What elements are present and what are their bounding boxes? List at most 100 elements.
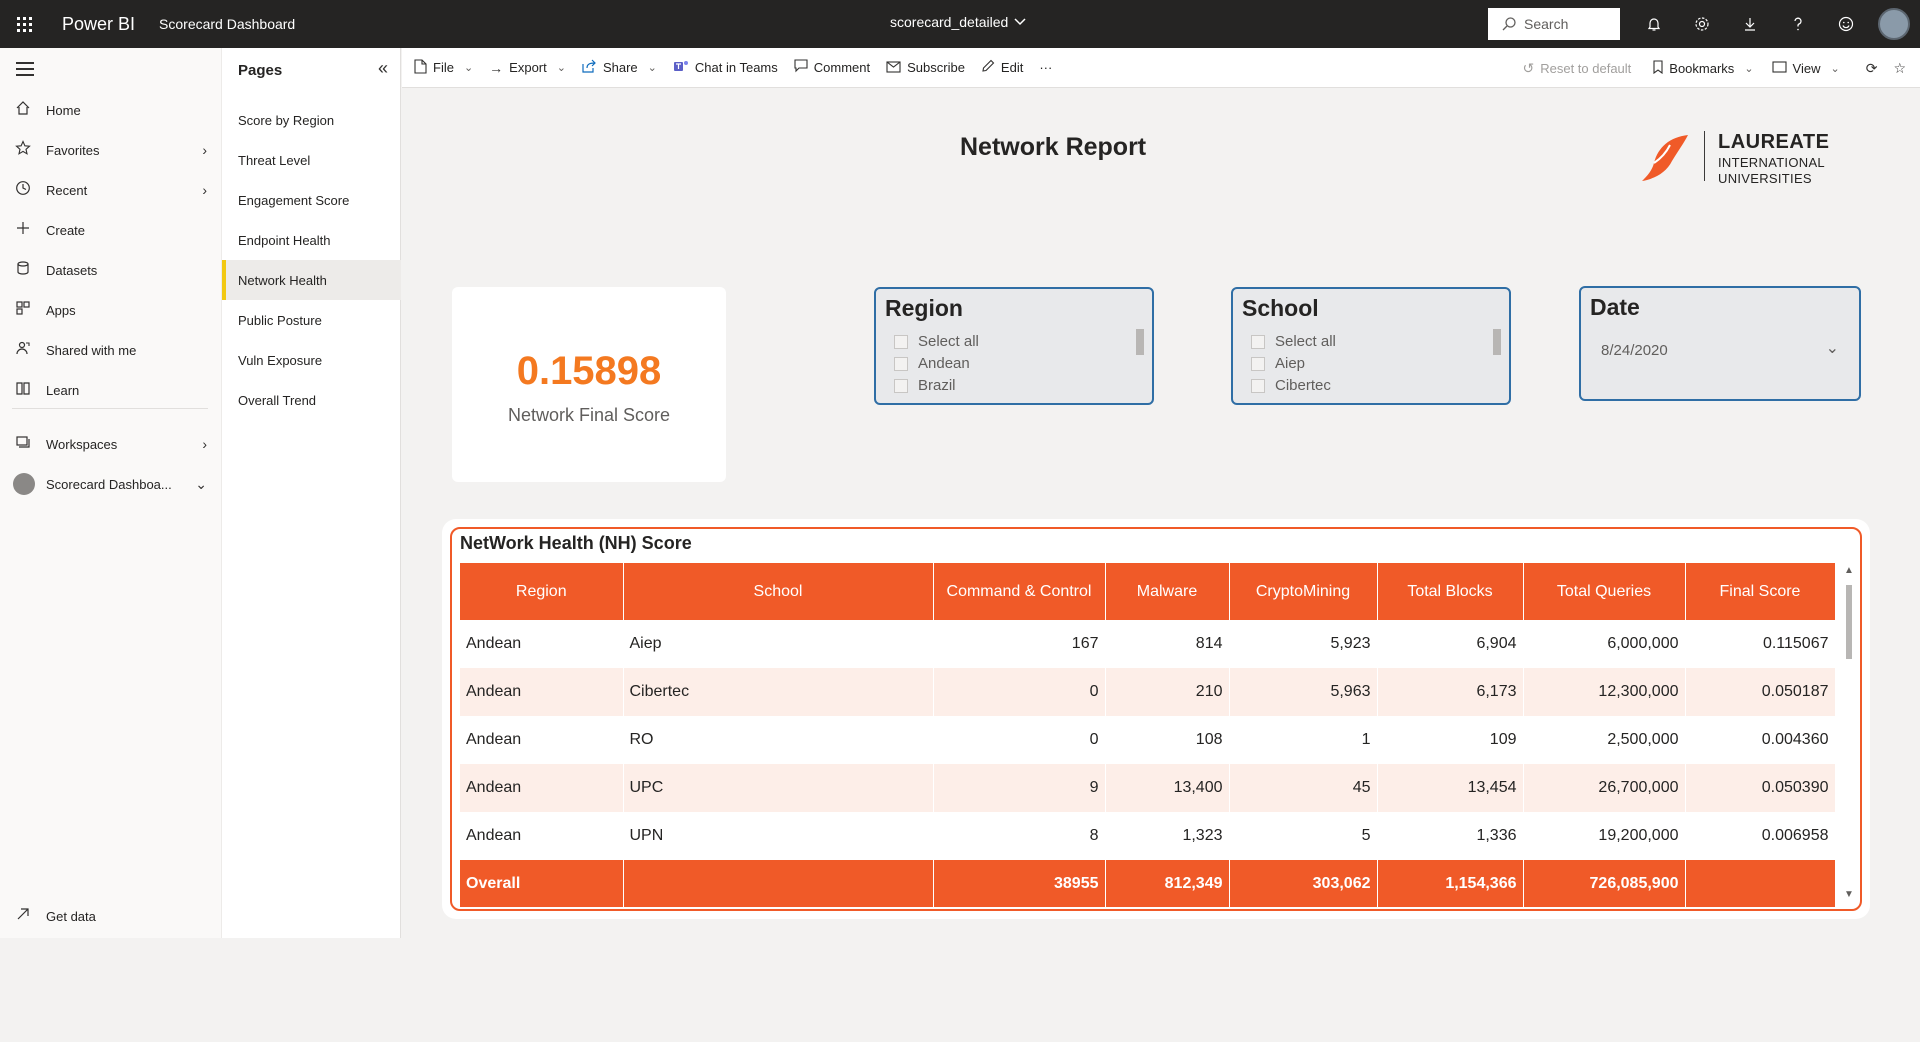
slicer-option[interactable]: Select all bbox=[894, 333, 979, 350]
kpi-value: 0.15898 bbox=[516, 349, 662, 393]
hamburger-menu-icon[interactable] bbox=[16, 62, 34, 80]
view-menu[interactable]: View ⌄ bbox=[1771, 60, 1840, 76]
comment-button[interactable]: Comment bbox=[794, 59, 870, 76]
report-name-dropdown[interactable]: scorecard_detailed bbox=[890, 14, 1026, 30]
school-slicer[interactable]: School Select all Aiep Cibertec bbox=[1231, 287, 1511, 405]
page-tab-engagement-score[interactable]: Engagement Score bbox=[222, 180, 401, 220]
page-tab-threat-level[interactable]: Threat Level bbox=[222, 140, 401, 180]
search-input[interactable]: Search bbox=[1488, 8, 1620, 40]
edit-button[interactable]: Edit bbox=[981, 59, 1023, 76]
checkbox[interactable] bbox=[894, 334, 908, 349]
page-tab-score-by-region[interactable]: Score by Region bbox=[222, 100, 401, 140]
column-header[interactable]: Total Queries bbox=[1523, 563, 1686, 620]
nav-item-get-data[interactable]: Get data bbox=[0, 896, 221, 936]
column-header[interactable]: Region bbox=[460, 563, 624, 620]
region-slicer[interactable]: Region Select all Andean Brazil bbox=[874, 287, 1154, 405]
chevron-down-icon[interactable]: ⌄ bbox=[1826, 338, 1839, 358]
nav-item-workspaces[interactable]: Workspaces › bbox=[0, 424, 221, 464]
share-menu[interactable]: Share ⌄ bbox=[582, 59, 657, 76]
workspace-breadcrumb[interactable]: Scorecard Dashboard bbox=[159, 16, 295, 32]
bookmarks-menu[interactable]: Bookmarks ⌄ bbox=[1653, 59, 1754, 77]
date-value[interactable]: 8/24/2020 bbox=[1601, 342, 1668, 359]
nav-item-favorites[interactable]: Favorites › bbox=[0, 130, 221, 170]
nav-item-recent[interactable]: Recent › bbox=[0, 170, 221, 210]
slicer-option[interactable]: Cibertec bbox=[1251, 377, 1331, 394]
option-label: Cibertec bbox=[1275, 377, 1331, 394]
app-launcher-button[interactable] bbox=[0, 0, 48, 48]
page-tab-vuln-exposure[interactable]: Vuln Exposure bbox=[222, 340, 401, 380]
checkbox[interactable] bbox=[1251, 378, 1265, 393]
nav-item-learn[interactable]: Learn bbox=[0, 370, 221, 410]
nav-item-current-workspace[interactable]: Scorecard Dashboa... ⌄ bbox=[0, 464, 221, 504]
kpi-card[interactable]: 0.15898 Network Final Score bbox=[452, 287, 726, 482]
file-menu[interactable]: File ⌄ bbox=[414, 58, 473, 77]
subscribe-button[interactable]: Subscribe bbox=[886, 60, 965, 76]
option-label: Brazil bbox=[918, 377, 956, 394]
column-header[interactable]: Total Blocks bbox=[1377, 563, 1524, 620]
slicer-scrollbar[interactable] bbox=[1493, 329, 1501, 355]
nav-item-datasets[interactable]: Datasets bbox=[0, 250, 221, 290]
table-cell: 26,700,000 bbox=[1523, 764, 1686, 812]
refresh-button[interactable]: ⟳ bbox=[1866, 60, 1878, 77]
page-tab-network-health[interactable]: Network Health bbox=[222, 260, 401, 300]
checkbox[interactable] bbox=[894, 378, 908, 393]
checkbox[interactable] bbox=[894, 356, 908, 371]
column-header[interactable]: CryptoMining bbox=[1229, 563, 1378, 620]
nav-label: Recent bbox=[46, 182, 88, 198]
report-name: scorecard_detailed bbox=[890, 14, 1009, 30]
page-tab-overall-trend[interactable]: Overall Trend bbox=[222, 380, 401, 420]
more-options-button[interactable]: ··· bbox=[1039, 60, 1052, 75]
column-header[interactable]: School bbox=[623, 563, 934, 620]
table-row[interactable]: Andean UPN 8 1,323 5 1,336 19,200,000 0.… bbox=[460, 812, 1836, 860]
chat-label: Chat in Teams bbox=[694, 60, 778, 75]
table-row[interactable]: Andean RO 0 108 1 109 2,500,000 0.004360 bbox=[460, 716, 1836, 764]
column-header[interactable]: Command & Control bbox=[933, 563, 1106, 620]
scroll-thumb[interactable] bbox=[1846, 585, 1852, 659]
table-row[interactable]: Andean Aiep 167 814 5,923 6,904 6,000,00… bbox=[460, 620, 1836, 668]
notifications-bell-icon[interactable] bbox=[1630, 0, 1678, 48]
download-icon[interactable] bbox=[1726, 0, 1774, 48]
nav-item-shared[interactable]: Shared with me bbox=[0, 330, 221, 370]
nav-item-create[interactable]: Create bbox=[0, 210, 221, 250]
page-tab-endpoint-health[interactable]: Endpoint Health bbox=[222, 220, 401, 260]
settings-gear-icon[interactable] bbox=[1678, 0, 1726, 48]
user-avatar[interactable] bbox=[1878, 8, 1910, 40]
checkbox[interactable] bbox=[1251, 334, 1265, 349]
column-header[interactable]: Malware bbox=[1105, 563, 1230, 620]
column-header[interactable]: Final Score bbox=[1685, 563, 1836, 620]
favorite-button[interactable]: ☆ bbox=[1893, 60, 1906, 77]
slicer-option[interactable]: Brazil bbox=[894, 377, 956, 394]
export-menu[interactable]: → Export ⌄ bbox=[489, 60, 566, 76]
table-cell: UPC bbox=[623, 764, 934, 812]
slicer-option[interactable]: Aiep bbox=[1251, 355, 1305, 372]
collapse-panel-icon[interactable]: « bbox=[378, 58, 388, 79]
nav-label: Shared with me bbox=[46, 342, 137, 358]
table-row[interactable]: Andean Cibertec 0 210 5,963 6,173 12,300… bbox=[460, 668, 1836, 716]
brand-name[interactable]: Power BI bbox=[62, 14, 135, 35]
nav-divider bbox=[12, 408, 208, 409]
table-scrollbar[interactable]: ▲ ▼ bbox=[1844, 563, 1854, 903]
chat-in-teams-button[interactable]: Chat in Teams bbox=[673, 59, 778, 76]
slicer-option[interactable]: Andean bbox=[894, 355, 970, 372]
plus-icon bbox=[0, 220, 46, 241]
scroll-down-icon[interactable]: ▼ bbox=[1844, 889, 1854, 900]
subscribe-label: Subscribe bbox=[907, 60, 965, 75]
checkbox[interactable] bbox=[1251, 356, 1265, 371]
laureate-logo: LAUREATE INTERNATIONAL UNIVERSITIES bbox=[1640, 129, 1840, 186]
table-row[interactable]: Andean UPC 9 13,400 45 13,454 26,700,000… bbox=[460, 764, 1836, 812]
logo-text-line2: INTERNATIONAL bbox=[1718, 155, 1825, 170]
nav-label: Get data bbox=[46, 908, 96, 924]
search-placeholder: Search bbox=[1524, 16, 1569, 32]
report-title: Network Report bbox=[960, 133, 1147, 161]
slicer-scrollbar[interactable] bbox=[1136, 329, 1144, 355]
nav-item-home[interactable]: Home bbox=[0, 90, 221, 130]
slicer-option[interactable]: Select all bbox=[1251, 333, 1336, 350]
reset-to-default-button[interactable]: ↺ Reset to default bbox=[1522, 60, 1631, 77]
help-icon[interactable] bbox=[1774, 0, 1822, 48]
chevron-down-icon: ⌄ bbox=[647, 62, 657, 74]
date-slicer[interactable]: Date 8/24/2020 ⌄ bbox=[1579, 286, 1861, 401]
nav-item-apps[interactable]: Apps bbox=[0, 290, 221, 330]
scroll-up-icon[interactable]: ▲ bbox=[1844, 565, 1854, 576]
feedback-smiley-icon[interactable] bbox=[1822, 0, 1870, 48]
page-tab-public-posture[interactable]: Public Posture bbox=[222, 300, 401, 340]
